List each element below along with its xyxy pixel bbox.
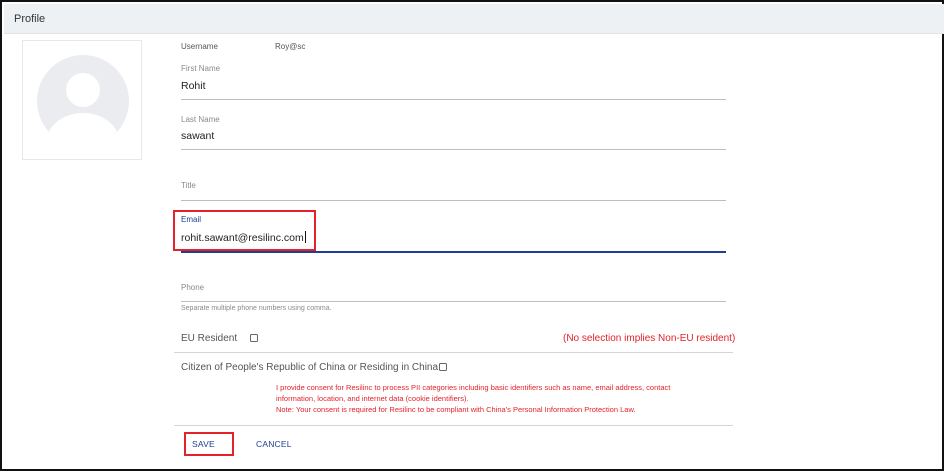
consent-line: Note: Your consent is required for Resil… bbox=[276, 405, 636, 414]
title-field[interactable]: Title bbox=[181, 181, 196, 190]
eu-resident-label: EU Resident bbox=[181, 333, 238, 344]
consent-line: I provide consent for Resilinc to proces… bbox=[276, 383, 671, 392]
eu-resident-note: (No selection implies Non-EU resident) bbox=[563, 333, 736, 344]
divider-top bbox=[174, 352, 733, 353]
last-name-field[interactable]: sawant bbox=[181, 130, 214, 142]
email-underline bbox=[181, 251, 726, 253]
last-name-underline bbox=[181, 149, 726, 150]
consent-line: information, location, and internet data… bbox=[276, 394, 469, 403]
china-consent-text: I provide consent for Resilinc to proces… bbox=[276, 382, 716, 415]
divider-bottom bbox=[174, 425, 733, 426]
first-name-field[interactable]: Rohit bbox=[181, 80, 206, 92]
username-value: Roy@sc bbox=[275, 42, 306, 51]
avatar[interactable] bbox=[22, 40, 142, 160]
phone-field[interactable]: Phone bbox=[181, 283, 204, 292]
user-avatar-icon bbox=[37, 55, 129, 147]
eu-resident-checkbox[interactable] bbox=[250, 334, 258, 342]
china-resident-label: Citizen of People's Republic of China or… bbox=[181, 362, 439, 373]
cancel-button[interactable]: CANCEL bbox=[256, 439, 292, 449]
email-label: Email bbox=[181, 215, 202, 224]
email-field[interactable]: rohit.sawant@resilinc.com bbox=[181, 231, 307, 244]
header-bar: Profile bbox=[4, 4, 944, 34]
text-cursor bbox=[304, 231, 307, 243]
phone-underline bbox=[181, 301, 726, 302]
page-title: Profile bbox=[14, 13, 46, 25]
email-value: rohit.sawant@resilinc.com bbox=[181, 232, 304, 244]
china-resident-checkbox[interactable] bbox=[439, 363, 447, 371]
title-underline bbox=[181, 200, 726, 201]
last-name-label: Last Name bbox=[181, 115, 220, 124]
username-label: Username bbox=[181, 42, 218, 51]
first-name-label: First Name bbox=[181, 64, 221, 73]
first-name-underline bbox=[181, 99, 726, 100]
save-button[interactable]: SAVE bbox=[192, 439, 215, 449]
phone-helper-text: Separate multiple phone numbers using co… bbox=[181, 305, 332, 312]
